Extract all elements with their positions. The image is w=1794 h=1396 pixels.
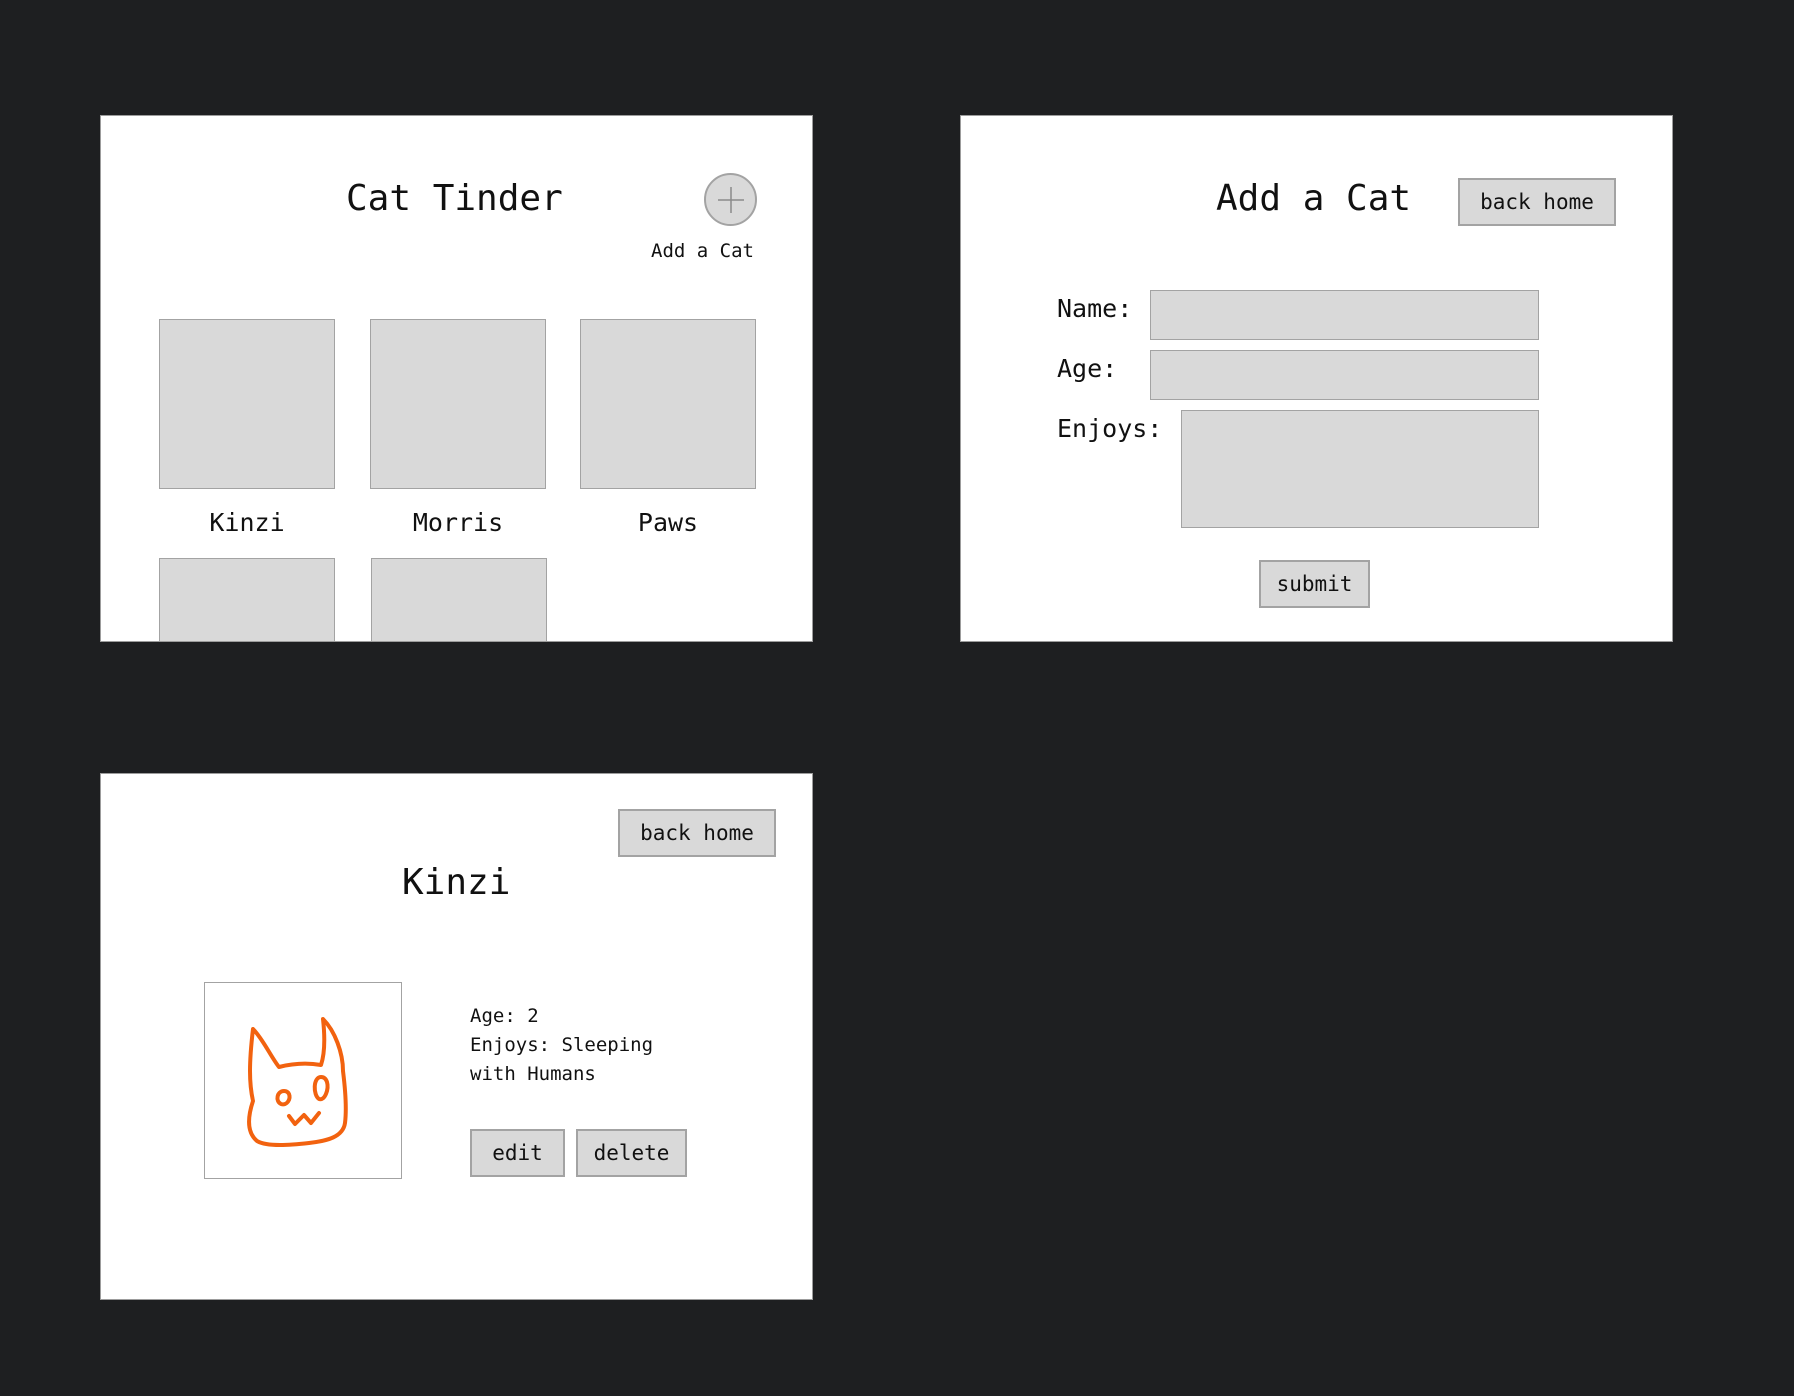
cat-thumbnail bbox=[371, 558, 547, 641]
home-screen: Cat Tinder Add a Cat Kinzi Morris Paws bbox=[100, 115, 813, 642]
add-cat-screen: Add a Cat back home Name: Age: Enjoys: s… bbox=[960, 115, 1673, 642]
cat-name: Paws bbox=[637, 508, 699, 537]
cat-card-morris[interactable] bbox=[370, 319, 546, 489]
enjoys-field[interactable] bbox=[1181, 410, 1539, 528]
back-home-button[interactable]: back home bbox=[1458, 178, 1616, 226]
cat-thumbnail bbox=[159, 558, 335, 641]
age-field[interactable] bbox=[1150, 350, 1539, 400]
cat-card[interactable] bbox=[371, 558, 547, 641]
cat-name: Kinzi bbox=[209, 508, 285, 537]
age-text: Age: 2 bbox=[470, 1005, 539, 1027]
name-field[interactable] bbox=[1150, 290, 1539, 340]
cat-photo bbox=[204, 982, 402, 1179]
cat-details: Age: 2 Enjoys: Sleeping with Humans bbox=[470, 1002, 680, 1089]
add-cat-button[interactable] bbox=[704, 173, 757, 226]
cat-thumbnail bbox=[580, 319, 756, 489]
cat-face-icon bbox=[247, 1017, 348, 1147]
enjoys-label: Enjoys: bbox=[1057, 414, 1163, 443]
add-cat-label[interactable]: Add a Cat bbox=[651, 240, 754, 262]
cat-name: Morris bbox=[412, 508, 504, 537]
enjoys-text: Enjoys: Sleeping with Humans bbox=[470, 1034, 654, 1085]
cat-card-kinzi[interactable] bbox=[159, 319, 335, 489]
cat-thumbnail bbox=[159, 319, 335, 489]
delete-button[interactable]: delete bbox=[576, 1129, 687, 1177]
plus-icon bbox=[717, 186, 744, 213]
cat-name-title: Kinzi bbox=[402, 862, 511, 903]
submit-button[interactable]: submit bbox=[1259, 560, 1370, 608]
age-label: Age: bbox=[1057, 354, 1118, 383]
cat-card[interactable] bbox=[159, 558, 335, 641]
name-label: Name: bbox=[1057, 294, 1133, 323]
edit-button[interactable]: edit bbox=[470, 1129, 565, 1177]
cat-thumbnail bbox=[370, 319, 546, 489]
cat-detail-screen: back home Kinzi Age: 2 Enjoys: Sleeping … bbox=[100, 773, 813, 1300]
back-home-button[interactable]: back home bbox=[618, 809, 776, 857]
page-title: Cat Tinder bbox=[346, 178, 563, 219]
page-title: Add a Cat bbox=[1216, 178, 1412, 219]
cat-card-paws[interactable] bbox=[580, 319, 756, 489]
